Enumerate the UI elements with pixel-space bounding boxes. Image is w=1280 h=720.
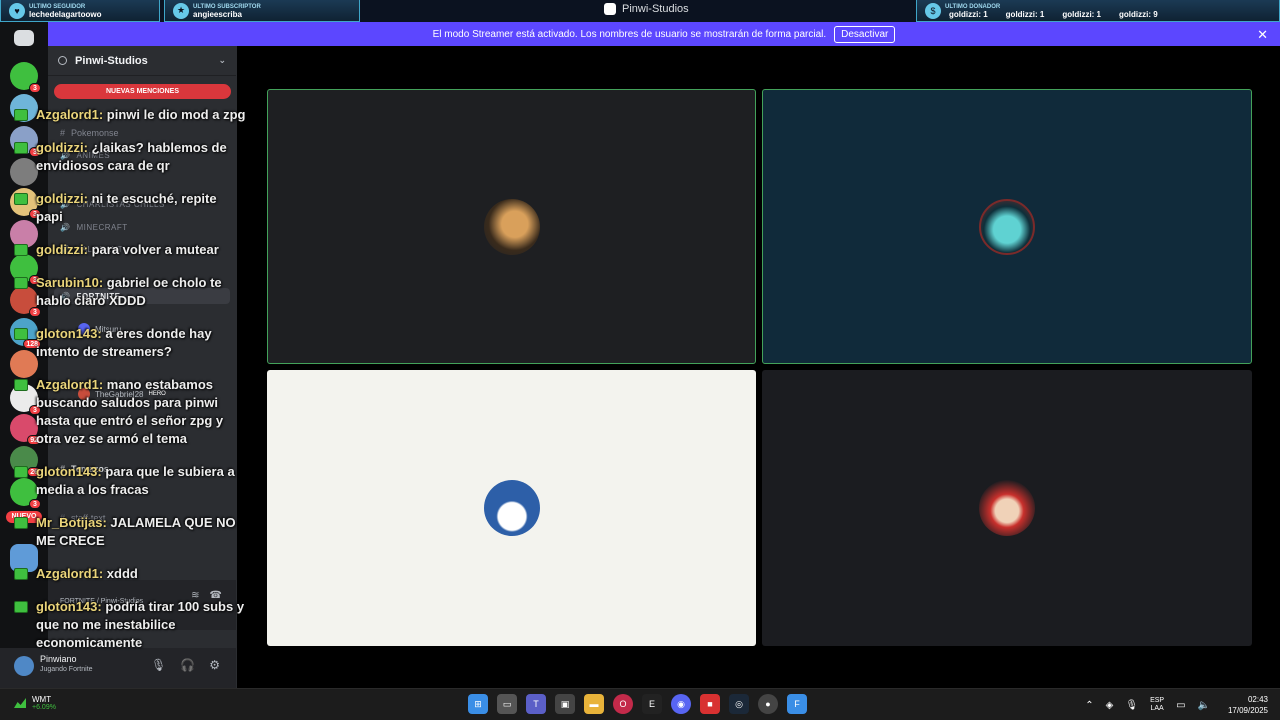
subscriber-badge-icon	[14, 517, 28, 529]
donor-entry: goldizzi: 1	[949, 9, 988, 19]
participant-tile[interactable]	[267, 89, 756, 364]
store-icon[interactable]: ▣	[555, 694, 575, 714]
server-header[interactable]: Pinwi-Studios ⌄	[48, 46, 236, 76]
subscriber-badge-icon	[14, 109, 28, 121]
app-icon	[604, 3, 616, 15]
donor-entry: goldizzi: 9	[1119, 9, 1158, 19]
epic-games-icon[interactable]: E	[642, 694, 662, 714]
subscriber-badge-icon	[14, 193, 28, 205]
chevron-down-icon[interactable]: ⌄	[218, 55, 226, 66]
participant-tile[interactable]	[762, 370, 1252, 646]
avatar	[483, 198, 540, 255]
start-icon[interactable]: ⊞	[468, 694, 488, 714]
network-icon[interactable]: ▭	[1176, 700, 1185, 711]
language-indicator[interactable]: ESP LAA	[1150, 697, 1164, 713]
clock[interactable]: 02:43 17/09/2025	[1228, 694, 1268, 716]
server-icon[interactable]	[10, 350, 38, 378]
avatar	[979, 480, 1035, 536]
chat-message: gloton143: para que le subiera a media a…	[14, 463, 246, 499]
stream-overlay-bar: ♥ ULTIMO SEGUIDOR lechedelagartoowo ★ UL…	[0, 0, 1280, 22]
subscriber-badge-icon	[14, 568, 28, 580]
stream-chat-overlay: Azgalord1: pinwi le dio mod a zpg goldiz…	[14, 106, 246, 667]
user-status: Jugando Fortnite	[40, 666, 93, 673]
folder-icon[interactable]: ▬	[584, 694, 604, 714]
obs-icon[interactable]: ●	[758, 694, 778, 714]
subscriber-badge-icon	[14, 328, 28, 340]
chat-message: goldizzi: ni te escuché, repite papi	[14, 190, 246, 226]
chat-message: gloton143: podría tirar 100 subs y que n…	[14, 598, 246, 652]
server-icon[interactable]: 3	[10, 62, 41, 93]
avatar	[483, 480, 540, 536]
streamlabs-icon[interactable]: ■	[700, 694, 720, 714]
stock-title: WMT	[32, 695, 52, 704]
subscriber-badge-icon	[14, 142, 28, 154]
window-title: Pinwi-Studios	[604, 3, 689, 15]
chat-message: Azgalord1: mano estabamos buscando salud…	[14, 376, 246, 448]
stock-widget[interactable]: WMT +6.09%	[14, 695, 56, 711]
app-tray-icon[interactable]: ◈	[1106, 700, 1114, 711]
subscriber-badge-icon	[14, 466, 28, 478]
stock-change: +6.09%	[32, 704, 56, 711]
taskbar: WMT +6.09% ⊞ ▭ T ▣ ▬ O E ◉ ■ ◎ ● F ⌃ ◈ 🎙…	[0, 688, 1280, 720]
date: 17/09/2025	[1227, 706, 1268, 715]
volume-icon[interactable]: 🔈	[1198, 700, 1210, 711]
subscriber-badge-icon	[14, 379, 28, 391]
server-icon[interactable]: 3	[10, 478, 41, 509]
heart-icon: ♥	[9, 2, 25, 19]
chat-message: Mr_Botijas: JALAMELA QUE NO ME CRECE	[14, 514, 246, 550]
microphone-icon[interactable]: 🎙	[1125, 700, 1138, 711]
steam-icon[interactable]: ◎	[729, 694, 749, 714]
subscriber-badge-icon	[14, 601, 28, 613]
discord-home-icon[interactable]	[14, 30, 34, 46]
last-follower-value: lechedelagartoowo	[29, 9, 102, 19]
avatar	[979, 198, 1035, 255]
system-tray: ⌃ ◈ 🎙 ESP LAA ▭ 🔈	[1085, 697, 1210, 713]
chat-message: Sarubin10: gabriel oe cholo te hablo cla…	[14, 274, 246, 310]
chat-message: Azgalord1: pinwi le dio mod a zpg	[14, 106, 246, 124]
chat-message: goldizzi: para volver a mutear	[14, 241, 246, 259]
streamer-mode-banner: El modo Streamer está activado. Los nomb…	[48, 22, 1280, 46]
task-view-icon[interactable]: ▭	[497, 694, 517, 714]
discord-icon[interactable]: ◉	[671, 694, 691, 714]
opera-icon[interactable]: O	[613, 694, 633, 714]
server-name: Pinwi-Studios	[75, 54, 148, 67]
last-follower-panel: ♥ ULTIMO SEGUIDOR lechedelagartoowo	[0, 0, 160, 22]
participant-tile[interactable]	[267, 370, 756, 646]
fortnite-icon[interactable]: F	[787, 694, 807, 714]
chart-up-icon	[14, 698, 26, 708]
chat-message: gloton143: a eres donde hay intento de s…	[14, 325, 246, 361]
time: 02:43	[1247, 695, 1268, 704]
teams-icon[interactable]: T	[526, 694, 546, 714]
donor-entry: goldizzi: 1	[1062, 9, 1102, 19]
chevron-up-icon[interactable]: ⌃	[1085, 700, 1093, 711]
chat-message: Azgalord1: xddd	[14, 565, 246, 583]
coin-icon: $	[925, 2, 941, 19]
subscriber-badge-icon	[14, 244, 28, 256]
star-icon: ★	[173, 2, 189, 19]
server-icon[interactable]: 92	[10, 414, 41, 445]
new-mentions-pill[interactable]: NUEVAS MENCIONES	[54, 84, 231, 99]
voice-call-grid	[236, 46, 1280, 688]
last-donor-panel: $ ULTIMO DONADOR goldizzi: 1 goldizzi: 1…	[916, 0, 1280, 22]
server-icon[interactable]	[10, 158, 38, 186]
chat-message: goldizzi: ¿laikas? hablemos de envidioso…	[14, 139, 246, 175]
last-subscriber-value: angieescriba	[193, 9, 242, 19]
close-icon[interactable]: ✕	[1257, 27, 1268, 43]
last-subscriber-panel: ★ ULTIMO SUBSCRIPTOR angieescriba	[164, 0, 360, 22]
subscriber-badge-icon	[14, 277, 28, 289]
window-title-text: Pinwi-Studios	[622, 3, 689, 15]
avatar[interactable]	[14, 656, 34, 676]
deactivate-button[interactable]: Desactivar	[834, 25, 896, 43]
donor-entry: goldizzi: 1	[1005, 9, 1045, 19]
banner-text: El modo Streamer está activado. Los nomb…	[432, 28, 827, 40]
server-icon[interactable]: 3	[10, 286, 41, 317]
participant-tile[interactable]	[762, 89, 1252, 364]
server-status-icon	[58, 56, 67, 65]
